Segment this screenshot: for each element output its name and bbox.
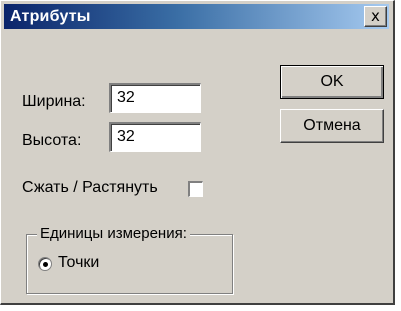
height-label: Высота: — [22, 132, 82, 149]
points-radio[interactable] — [38, 257, 52, 271]
window-title: Атрибуты — [10, 8, 91, 25]
title-bar[interactable]: Атрибуты x — [4, 4, 389, 29]
ok-button[interactable]: OK — [280, 65, 384, 99]
stretch-label: Сжать / Растянуть — [22, 179, 158, 196]
stretch-checkbox[interactable] — [188, 181, 203, 197]
points-radio-label[interactable]: Точки — [58, 254, 99, 272]
units-group-legend: Единицы измерения: — [37, 225, 190, 242]
cancel-button[interactable]: Отмена — [280, 109, 384, 143]
radio-dot-icon — [43, 262, 48, 267]
close-icon: x — [371, 7, 380, 25]
width-label: Ширина: — [22, 93, 86, 110]
height-input[interactable]: 32 — [109, 122, 201, 152]
width-input[interactable]: 32 — [109, 83, 201, 113]
close-button[interactable]: x — [364, 6, 387, 27]
attributes-dialog: Атрибуты x Ширина: 32 Высота: 32 Сжать /… — [0, 0, 395, 305]
units-groupbox: Единицы измерения: Точки — [26, 225, 233, 294]
